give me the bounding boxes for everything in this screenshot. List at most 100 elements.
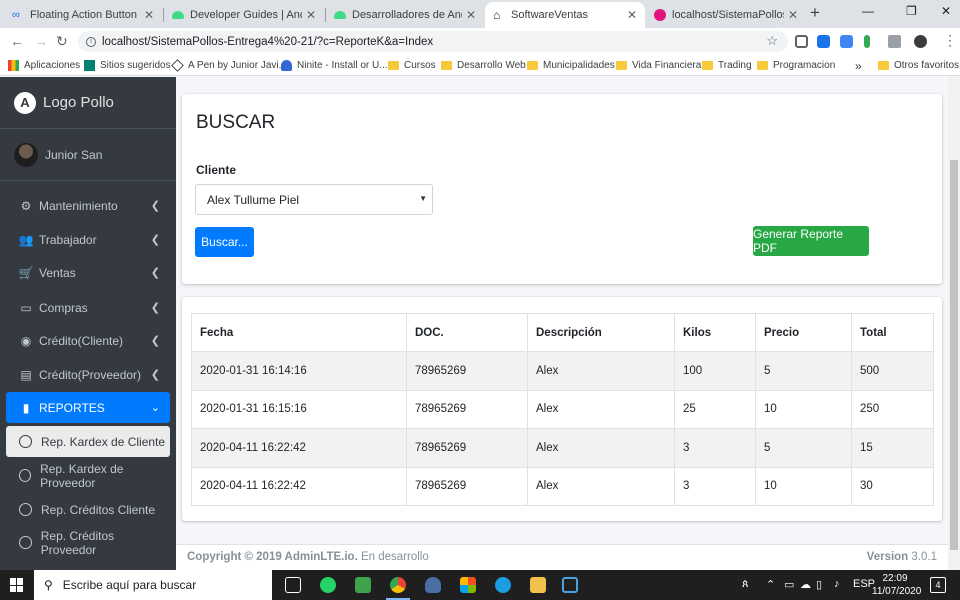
- translate-icon[interactable]: [840, 35, 853, 48]
- bookmark-item[interactable]: Ninite - Install or U...: [281, 58, 388, 73]
- sidebar-subitem-creditos-proveedor[interactable]: Rep. Créditos Proveedor: [6, 527, 170, 558]
- chevron-left-icon: ❮: [150, 302, 160, 314]
- ninite-icon: [281, 60, 292, 71]
- profile-avatar[interactable]: [914, 35, 927, 48]
- copyright-link[interactable]: Copyright © 2019 AdminLTE.io.: [187, 551, 358, 563]
- task-view-icon[interactable]: [285, 577, 301, 593]
- extension-icon[interactable]: [817, 35, 830, 48]
- bookmark-folder[interactable]: Trading: [702, 58, 752, 73]
- file-icon: ▮: [22, 400, 30, 415]
- excel-icon[interactable]: [355, 577, 371, 593]
- taskbar-search-box[interactable]: ⚲ Escribe aquí para buscar: [34, 570, 272, 600]
- app-icon[interactable]: [562, 577, 578, 593]
- chevron-up-icon[interactable]: ⌃: [766, 578, 775, 591]
- table-cell: 3: [674, 428, 756, 468]
- forward-icon[interactable]: →: [34, 33, 48, 49]
- column-header: Total: [851, 313, 934, 352]
- bookmark-folder[interactable]: Cursos: [388, 58, 436, 73]
- close-icon[interactable]: ✕: [306, 8, 316, 22]
- info-icon[interactable]: i: [86, 36, 96, 47]
- table-cell: 250: [851, 389, 934, 429]
- generate-pdf-button[interactable]: Generar Reporte PDF: [753, 226, 869, 256]
- scrollbar-thumb[interactable]: [950, 160, 958, 550]
- table-row: 2020-04-11 16:22:42 78965269 Alex 3 10 3…: [191, 466, 934, 506]
- client-select[interactable]: Alex Tullume Piel ▼: [195, 184, 433, 215]
- minimize-icon[interactable]: —: [862, 4, 874, 18]
- browser-tab-active[interactable]: ⌂ SoftwareVentas ✕: [485, 2, 645, 28]
- column-header: Precio: [755, 313, 852, 352]
- sidebar-item-trabajador[interactable]: 👥 Trabajador ❮: [6, 224, 170, 255]
- table-cell: Alex: [527, 351, 675, 391]
- edge-icon[interactable]: [495, 577, 511, 593]
- folder-icon: [527, 61, 538, 70]
- sidebar-subitem-kardex-proveedor[interactable]: Rep. Kardex de Proveedor: [6, 460, 170, 491]
- whatsapp-icon[interactable]: [320, 577, 336, 593]
- menu-dots-icon[interactable]: ⋮: [943, 32, 957, 49]
- extension-icon[interactable]: [864, 35, 870, 48]
- table-cell: 2020-04-11 16:22:42: [191, 466, 407, 506]
- close-icon[interactable]: ✕: [627, 8, 637, 22]
- windows-start-icon[interactable]: [10, 578, 24, 592]
- close-icon[interactable]: ✕: [466, 8, 476, 22]
- table-cell: 15: [851, 428, 934, 468]
- close-icon[interactable]: ✕: [788, 8, 798, 22]
- sidebar-item-reportes[interactable]: ▮ REPORTES ⌄: [6, 392, 170, 423]
- notification-center-icon[interactable]: 4: [930, 577, 946, 593]
- bookmark-folder[interactable]: Municipalidades: [527, 58, 615, 73]
- chevron-left-icon: ❮: [150, 267, 160, 279]
- sidebar-subitem-kardex-cliente[interactable]: Rep. Kardex de Cliente: [6, 426, 170, 457]
- people-icon[interactable]: ጰ: [742, 578, 749, 591]
- sidebar-subitem-creditos-cliente[interactable]: Rep. Créditos Cliente: [6, 494, 170, 525]
- search-button[interactable]: Buscar...: [195, 227, 254, 257]
- taskbar-clock[interactable]: 22:09 11/07/2020: [872, 572, 921, 598]
- extension-icon[interactable]: [888, 35, 901, 48]
- sidebar-item-ventas[interactable]: 🛒 Ventas ❮: [6, 257, 170, 288]
- bookmark-folder[interactable]: Desarrollo Web: [441, 58, 526, 73]
- extension-icon[interactable]: [795, 35, 808, 48]
- postgres-icon[interactable]: [425, 577, 441, 593]
- bookmark-folder[interactable]: Otros favoritos: [878, 58, 959, 73]
- user-panel[interactable]: Junior San: [0, 129, 176, 181]
- bookmark-star-icon[interactable]: ☆: [766, 33, 778, 49]
- chrome-icon[interactable]: [386, 577, 410, 600]
- volume-icon[interactable]: ♪: [834, 578, 840, 590]
- bookmark-folder[interactable]: Programacion: [757, 58, 835, 73]
- close-window-icon[interactable]: ✕: [941, 4, 951, 18]
- address-bar[interactable]: i localhost/SistemaPollos-Entrega4%20-21…: [78, 31, 788, 52]
- store-icon[interactable]: [460, 577, 476, 593]
- bookmark-item[interactable]: A Pen by Junior Javi...: [171, 58, 287, 73]
- table-row: 2020-04-11 16:22:42 78965269 Alex 3 5 15: [191, 428, 934, 468]
- reload-icon[interactable]: ↻: [56, 33, 68, 50]
- file-explorer-icon[interactable]: [530, 577, 546, 593]
- chevron-down-icon: ⌄: [150, 402, 160, 414]
- cloud-icon[interactable]: ☁: [800, 578, 811, 591]
- browser-tab[interactable]: Developer Guides | Android D ✕: [164, 2, 324, 28]
- network-icon[interactable]: ▭: [784, 578, 794, 591]
- close-icon[interactable]: ✕: [144, 8, 154, 22]
- sidebar-item-credito-cliente[interactable]: ◉ Crédito(Cliente) ❮: [6, 325, 170, 356]
- browser-tab[interactable]: ∞ Floating Action Button - Unive ✕: [4, 2, 162, 28]
- version-number: 3.0.1: [911, 551, 937, 563]
- sidebar-item-compras[interactable]: ▭ Compras ❮: [6, 292, 170, 323]
- sidebar-item-mantenimiento[interactable]: ⚙ Mantenimiento ❮: [6, 190, 170, 221]
- brand-name: Logo Pollo: [43, 94, 114, 111]
- browser-tab[interactable]: localhost/SistemaPollos-Entreg ✕: [646, 2, 806, 28]
- new-tab-button[interactable]: +: [810, 3, 820, 23]
- sidebar-item-credito-proveedor[interactable]: ▤ Crédito(Proveedor) ❮: [6, 359, 170, 390]
- bookmark-apps[interactable]: Aplicaciones: [8, 58, 80, 73]
- kardex-table: Fecha DOC. Descripción Kilos Precio Tota…: [191, 313, 934, 506]
- back-icon[interactable]: ←: [10, 33, 24, 49]
- bookmark-folder[interactable]: Vida Financiera: [616, 58, 701, 73]
- battery-icon[interactable]: ▯: [816, 578, 822, 591]
- folder-icon: [388, 61, 399, 70]
- page-footer: Copyright © 2019 AdminLTE.io. En desarro…: [176, 544, 948, 570]
- table-cell: Alex: [527, 428, 675, 468]
- folder-icon: [616, 61, 627, 70]
- table-cell: 78965269: [406, 351, 528, 391]
- folder-icon: [757, 61, 768, 70]
- restore-icon[interactable]: ❐: [906, 4, 917, 18]
- brand-link[interactable]: A Logo Pollo: [0, 77, 176, 129]
- more-bookmarks-button[interactable]: »: [855, 58, 862, 73]
- bookmark-item[interactable]: Sitios sugeridos: [84, 58, 171, 73]
- browser-tab[interactable]: Desarrolladores de Android | ✕: [326, 2, 484, 28]
